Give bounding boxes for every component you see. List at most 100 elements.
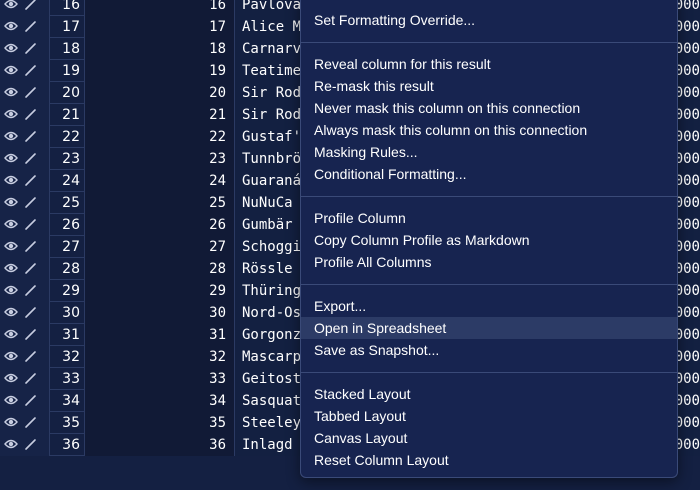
pencil-icon[interactable] (24, 173, 38, 187)
cell-id[interactable]: 16 (85, 0, 235, 16)
pencil-icon[interactable] (24, 151, 38, 165)
pencil-icon[interactable] (24, 0, 38, 11)
row-number: 16 (50, 0, 85, 16)
menu-separator (301, 42, 677, 43)
cell-id[interactable]: 22 (85, 126, 235, 148)
pencil-icon[interactable] (24, 261, 38, 275)
menu-item-always-mask-this-column-on-this-connection[interactable]: Always mask this column on this connecti… (301, 119, 677, 141)
context-menu: Set Formatting Override... Reveal column … (300, 0, 678, 478)
row-number: 36 (50, 434, 85, 456)
cell-id[interactable]: 29 (85, 280, 235, 302)
cell-id[interactable]: 19 (85, 60, 235, 82)
eye-icon[interactable] (4, 20, 18, 32)
pencil-icon[interactable] (24, 305, 38, 319)
menu-item-reset-column-layout[interactable]: Reset Column Layout (301, 449, 677, 471)
menu-item-export[interactable]: Export... (301, 295, 677, 317)
menu-item-stacked-layout[interactable]: Stacked Layout (301, 383, 677, 405)
pencil-icon[interactable] (24, 327, 38, 341)
menu-item-copy-column-profile-as-markdown[interactable]: Copy Column Profile as Markdown (301, 229, 677, 251)
eye-icon[interactable] (4, 416, 18, 428)
pencil-icon[interactable] (24, 349, 38, 363)
menu-item-re-mask-this-result[interactable]: Re-mask this result (301, 75, 677, 97)
cell-id[interactable]: 17 (85, 16, 235, 38)
cell-id[interactable]: 20 (85, 82, 235, 104)
row-actions (0, 346, 50, 368)
menu-separator (301, 284, 677, 285)
eye-icon[interactable] (4, 284, 18, 296)
eye-icon[interactable] (4, 306, 18, 318)
eye-icon[interactable] (4, 152, 18, 164)
row-number: 24 (50, 170, 85, 192)
eye-icon[interactable] (4, 108, 18, 120)
menu-item-conditional-formatting[interactable]: Conditional Formatting... (301, 163, 677, 185)
cell-id[interactable]: 25 (85, 192, 235, 214)
eye-icon[interactable] (4, 218, 18, 230)
cell-id[interactable]: 26 (85, 214, 235, 236)
menu-item-profile-all-columns[interactable]: Profile All Columns (301, 251, 677, 273)
row-actions (0, 390, 50, 412)
pencil-icon[interactable] (24, 415, 38, 429)
cell-id[interactable]: 18 (85, 38, 235, 60)
pencil-icon[interactable] (24, 195, 38, 209)
eye-icon[interactable] (4, 350, 18, 362)
pencil-icon[interactable] (24, 85, 38, 99)
row-actions (0, 104, 50, 126)
row-number: 31 (50, 324, 85, 346)
eye-icon[interactable] (4, 86, 18, 98)
pencil-icon[interactable] (24, 107, 38, 121)
cell-id[interactable]: 32 (85, 346, 235, 368)
cell-id[interactable]: 34 (85, 390, 235, 412)
menu-item-save-as-snapshot[interactable]: Save as Snapshot... (301, 339, 677, 361)
cell-id[interactable]: 30 (85, 302, 235, 324)
menu-item-tabbed-layout[interactable]: Tabbed Layout (301, 405, 677, 427)
eye-icon[interactable] (4, 438, 18, 450)
cell-id[interactable]: 24 (85, 170, 235, 192)
eye-icon[interactable] (4, 196, 18, 208)
pencil-icon[interactable] (24, 371, 38, 385)
menu-item-masking-rules[interactable]: Masking Rules... (301, 141, 677, 163)
pencil-icon[interactable] (24, 19, 38, 33)
row-number: 19 (50, 60, 85, 82)
pencil-icon[interactable] (24, 283, 38, 297)
pencil-icon[interactable] (24, 239, 38, 253)
eye-icon[interactable] (4, 372, 18, 384)
eye-icon[interactable] (4, 64, 18, 76)
cell-id[interactable]: 21 (85, 104, 235, 126)
row-actions (0, 60, 50, 82)
cell-id[interactable]: 35 (85, 412, 235, 434)
eye-icon[interactable] (4, 0, 18, 10)
eye-icon[interactable] (4, 240, 18, 252)
pencil-icon[interactable] (24, 63, 38, 77)
cell-id[interactable]: 31 (85, 324, 235, 346)
row-actions (0, 82, 50, 104)
pencil-icon[interactable] (24, 437, 38, 451)
menu-item-reveal-column-for-this-result[interactable]: Reveal column for this result (301, 53, 677, 75)
cell-id[interactable]: 23 (85, 148, 235, 170)
cell-id[interactable]: 33 (85, 368, 235, 390)
eye-icon[interactable] (4, 42, 18, 54)
menu-item-canvas-layout[interactable]: Canvas Layout (301, 427, 677, 449)
menu-item-set-formatting-override[interactable]: Set Formatting Override... (301, 9, 677, 31)
row-actions (0, 434, 50, 456)
cell-id[interactable]: 27 (85, 236, 235, 258)
pencil-icon[interactable] (24, 393, 38, 407)
eye-icon[interactable] (4, 262, 18, 274)
pencil-icon[interactable] (24, 41, 38, 55)
eye-icon[interactable] (4, 130, 18, 142)
row-actions (0, 38, 50, 60)
row-actions (0, 192, 50, 214)
menu-item-never-mask-this-column-on-this-connection[interactable]: Never mask this column on this connectio… (301, 97, 677, 119)
row-actions (0, 170, 50, 192)
eye-icon[interactable] (4, 174, 18, 186)
eye-icon[interactable] (4, 394, 18, 406)
cell-id[interactable]: 28 (85, 258, 235, 280)
eye-icon[interactable] (4, 328, 18, 340)
menu-item-open-in-spreadsheet[interactable]: Open in Spreadsheet (301, 317, 677, 339)
cell-id[interactable]: 36 (85, 434, 235, 456)
pencil-icon[interactable] (24, 129, 38, 143)
row-actions (0, 148, 50, 170)
row-actions (0, 0, 50, 16)
menu-item-profile-column[interactable]: Profile Column (301, 207, 677, 229)
pencil-icon[interactable] (24, 217, 38, 231)
row-number: 33 (50, 368, 85, 390)
